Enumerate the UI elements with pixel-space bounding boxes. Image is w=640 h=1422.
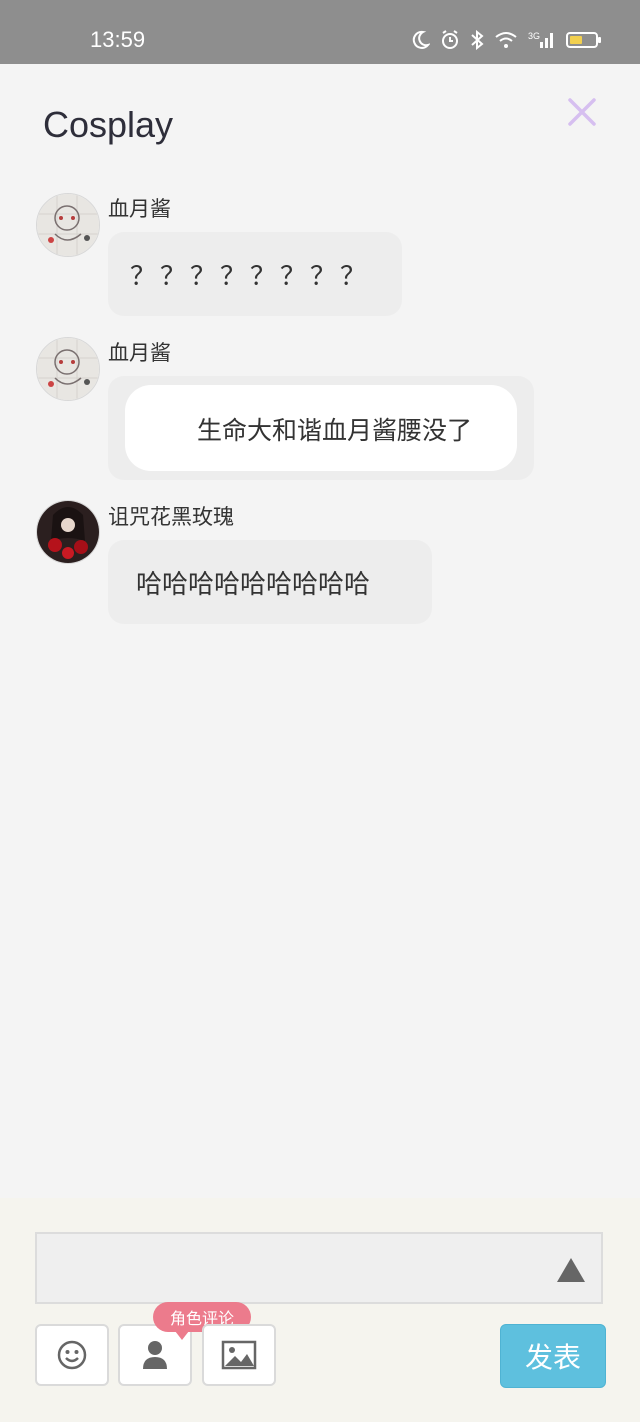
comment-input[interactable] [35, 1232, 603, 1304]
send-button[interactable]: 发表 [500, 1324, 606, 1388]
message-bubble: ？？？？？？？？ [108, 232, 402, 316]
message-card: 生命大和谐血月酱腰没了 [125, 385, 517, 471]
message-bubble: 生命大和谐血月酱腰没了 [108, 376, 534, 480]
bluetooth-icon [471, 30, 484, 50]
triangle-up-icon[interactable] [555, 1256, 587, 1284]
image-button[interactable] [202, 1324, 276, 1386]
emoji-icon [57, 1340, 87, 1370]
signal-3g-icon: 3G [528, 31, 553, 48]
wifi-icon [495, 32, 517, 48]
avatar[interactable] [36, 193, 100, 257]
person-icon [143, 1341, 167, 1369]
image-icon [221, 1340, 257, 1370]
username: 诅咒花黑玫瑰 [108, 505, 234, 529]
message-text: 生命大和谐血月酱腰没了 [197, 416, 473, 445]
message-text: ？？？？？？？？ [130, 262, 371, 292]
status-time: 13:59 [90, 27, 146, 52]
close-button[interactable] [562, 92, 602, 132]
alarm-icon [442, 30, 458, 49]
battery-icon [566, 32, 601, 48]
page-title: Cosplay [43, 104, 174, 145]
status-icons: 3G [412, 28, 602, 52]
username: 血月酱 [108, 341, 171, 365]
avatar[interactable] [36, 500, 100, 564]
avatar[interactable] [36, 337, 100, 401]
status-bar: 13:59 3G [0, 0, 640, 64]
emoji-button[interactable] [35, 1324, 109, 1386]
message-text: 哈哈哈哈哈哈哈哈哈 [136, 570, 371, 600]
close-icon [568, 98, 596, 126]
svg-text:3G: 3G [528, 31, 540, 41]
moon-icon [412, 30, 430, 49]
message-bubble: 哈哈哈哈哈哈哈哈哈 [108, 540, 432, 624]
username: 血月酱 [108, 197, 171, 221]
